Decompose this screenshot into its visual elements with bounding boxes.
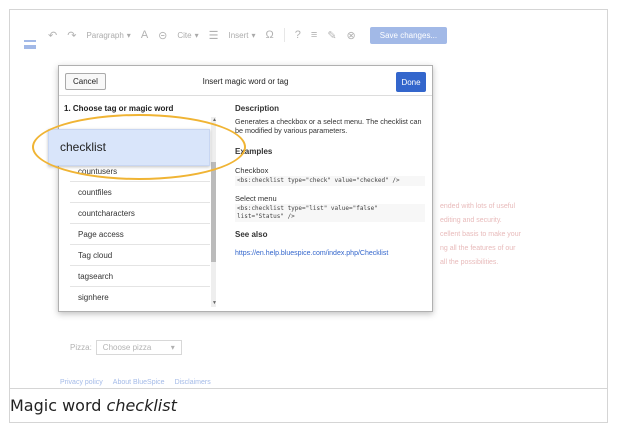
figure-caption: Magic word checklist	[10, 396, 177, 415]
screenshot-frame: ↶ ↷ Paragraph ▾ A ⊝ Cite ▾ ☰ Insert ▾ Ω ? ≡…	[0, 0, 617, 430]
pizza-label: Pizza:	[70, 343, 92, 352]
caption-word: checklist	[106, 396, 177, 415]
footer-link-privacy[interactable]: Privacy policy	[60, 379, 103, 386]
list-item[interactable]: Tag cloud	[70, 245, 210, 266]
text-style-icon[interactable]: A	[141, 29, 148, 41]
redo-icon[interactable]: ↷	[67, 29, 76, 42]
cite-label: Cite	[177, 30, 192, 40]
caption-prefix: Magic word	[10, 396, 107, 415]
save-changes-button[interactable]: Save changes...	[369, 26, 448, 44]
list-icon[interactable]: ☰	[209, 29, 219, 42]
list-item[interactable]: tagsearch	[70, 266, 210, 287]
checkbox-example-label: Checkbox	[235, 166, 269, 175]
pizza-select[interactable]: Choose pizza ▾	[95, 340, 182, 355]
link-icon[interactable]: ⊝	[158, 29, 167, 42]
description-text: Generates a checkbox or a select menu. T…	[235, 117, 422, 135]
checkbox-example-code: <bs:checklist type="check" value="checke…	[235, 176, 425, 186]
page-line: all the possibilities.	[440, 259, 499, 266]
tag-details: Description Generates a checkbox or a se…	[235, 104, 425, 258]
select-example-code: <bs:checklist type="list" value="false" …	[235, 204, 425, 222]
page-line: editing and security.	[440, 217, 502, 224]
dialog-header: Cancel Insert magic word or tag Done	[59, 66, 432, 96]
tag-chooser-title: 1. Choose tag or magic word	[64, 104, 174, 113]
list-item[interactable]: Page access	[70, 224, 210, 245]
see-also-heading: See also	[235, 230, 268, 239]
list-item[interactable]: countfiles	[70, 182, 210, 203]
insert-label: Insert	[228, 30, 249, 40]
done-button[interactable]: Done	[396, 72, 426, 92]
scroll-down-icon[interactable]: ▼	[212, 300, 217, 306]
help-icon[interactable]: ?	[295, 29, 301, 41]
footer-link-disclaimers[interactable]: Disclaimers	[175, 379, 211, 386]
list-item[interactable]: signhere	[70, 287, 210, 307]
toolbar-separator	[283, 28, 285, 42]
page-body-text: ended with lots of useful editing and se…	[440, 200, 580, 270]
insert-magic-word-dialog: Cancel Insert magic word or tag Done 1. …	[58, 65, 433, 312]
description-heading: Description	[235, 104, 280, 113]
highlight-ellipse	[32, 114, 246, 180]
paragraph-dropdown[interactable]: Paragraph ▾	[86, 31, 130, 40]
chevron-down-icon: ▾	[126, 30, 131, 40]
page-line: ng all the features of our	[440, 245, 516, 252]
examples-heading: Examples	[235, 147, 273, 156]
page-options-icon[interactable]: ≡	[311, 29, 317, 41]
pizza-field: Pizza: Choose pizza ▾	[70, 340, 182, 355]
cite-dropdown[interactable]: Cite ▾	[177, 31, 198, 40]
scrollbar-thumb[interactable]	[211, 162, 216, 262]
page-line: ended with lots of useful	[440, 203, 516, 210]
editor-toolbar: ↶ ↷ Paragraph ▾ A ⊝ Cite ▾ ☰ Insert ▾ Ω ? ≡…	[48, 22, 607, 48]
page-line: cellent basis to make your	[440, 231, 521, 238]
dialog-title: Insert magic word or tag	[202, 77, 289, 86]
editor-screenshot: ↶ ↷ Paragraph ▾ A ⊝ Cite ▾ ☰ Insert ▾ Ω ? ≡…	[9, 9, 608, 389]
close-icon[interactable]: ⊗	[347, 29, 356, 42]
select-example-label: Select menu	[235, 194, 277, 203]
see-also-link[interactable]: https://en.help.bluespice.com/index.php/…	[235, 249, 425, 258]
menu-icon[interactable]	[24, 40, 36, 49]
list-item[interactable]: countcharacters	[70, 203, 210, 224]
pizza-select-value: Choose pizza	[102, 343, 152, 352]
special-character-icon[interactable]: Ω	[266, 29, 274, 41]
chevron-down-icon: ▾	[170, 343, 175, 352]
insert-dropdown[interactable]: Insert ▾	[229, 31, 256, 40]
page-footer: Privacy policy About BlueSpice Disclaime…	[60, 379, 590, 386]
undo-icon[interactable]: ↶	[48, 29, 57, 42]
edit-mode-icon[interactable]: ✎	[327, 29, 336, 42]
footer-link-about[interactable]: About BlueSpice	[113, 379, 165, 386]
paragraph-label: Paragraph	[86, 30, 124, 40]
